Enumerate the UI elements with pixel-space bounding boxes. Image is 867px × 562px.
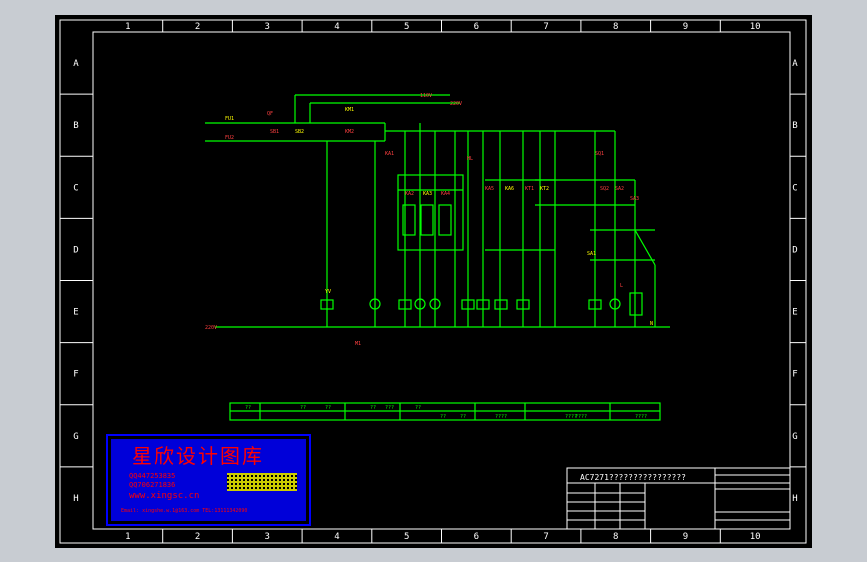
watermark-qq1: QQ447253835: [129, 472, 175, 480]
table-cell: ??: [460, 414, 466, 420]
component-label: KA5: [485, 186, 494, 192]
component-label: KA3: [423, 191, 432, 197]
component-label: SA3: [630, 196, 639, 202]
cad-viewport[interactable]: 1 1 2 2 3 3 4 4 5 5 6 6 7 7 8 8 9 9 10 10 A A B B C C D D E E F F G G H H: [0, 0, 867, 562]
zone-row-label: C: [73, 183, 78, 193]
zone-row-label: G: [73, 432, 78, 442]
component-label: M1: [355, 341, 361, 347]
zone-column-label: 8: [613, 22, 618, 32]
zone-row-label: E: [73, 308, 78, 318]
component-label: L: [620, 283, 623, 289]
zone-column-label: 3: [265, 532, 270, 542]
component-label: N: [650, 321, 653, 327]
component-label: FU2: [225, 135, 234, 141]
zone-column-label: 2: [195, 532, 200, 542]
table-cell: ??: [370, 405, 376, 411]
zone-row-label: A: [792, 59, 798, 69]
table-cell: ????: [575, 414, 587, 420]
zone-row-label: D: [792, 245, 797, 255]
table-cell: ????: [495, 414, 507, 420]
table-cell: ??: [325, 405, 331, 411]
component-label: SB1: [270, 129, 279, 135]
schematic-wiring: [205, 94, 670, 421]
zone-column-label: 1: [125, 532, 130, 542]
zone-column-label: 10: [750, 22, 761, 32]
component-label: KA4: [441, 191, 450, 197]
component-label: KM2: [345, 129, 354, 135]
component-label: KT2: [540, 186, 549, 192]
component-label: YV: [325, 289, 331, 295]
table-cell: ??: [415, 405, 421, 411]
component-labels: FU1 FU2 QF KM1 KM2 SB1 SB2 KA1 KA2 KA3 KA4 KA5 KA6 HL…: [205, 93, 653, 420]
table-cell: ???: [385, 405, 394, 411]
zone-row-label: D: [73, 245, 78, 255]
supply-label: 220V: [450, 101, 462, 107]
component-label: KA6: [505, 186, 514, 192]
zone-column-label: 6: [474, 532, 479, 542]
zone-column-label: 5: [404, 22, 409, 32]
zone-row-label: H: [792, 494, 797, 504]
component-label: KA1: [385, 151, 394, 157]
zone-column-label: 1: [125, 22, 130, 32]
component-label: QF: [267, 111, 273, 117]
zone-row-label: F: [792, 370, 797, 380]
component-label: SA1: [587, 251, 596, 257]
component-label: SQ1: [595, 151, 604, 157]
component-label: KM1: [345, 107, 354, 113]
zone-column-label: 10: [750, 532, 761, 542]
component-label: FU1: [225, 116, 234, 122]
zone-column-label: 5: [404, 532, 409, 542]
supply-label: 110V: [420, 93, 432, 99]
watermark-email: Email: xingshe.w.1@163.com TEL:131113420…: [121, 508, 247, 514]
zone-column-label: 4: [334, 532, 339, 542]
component-label: SB2: [295, 129, 304, 135]
drawing-svg: 1 1 2 2 3 3 4 4 5 5 6 6 7 7 8 8 9 9 10 10 A A B B C C D D E E F F G G H H: [59, 19, 807, 544]
component-label: HL: [467, 156, 473, 162]
zone-row-label: G: [792, 432, 797, 442]
zone-row-label: C: [792, 183, 797, 193]
zone-column-label: 7: [543, 22, 548, 32]
watermark-web: www.xingsc.cn: [129, 491, 199, 501]
watermark-title: 星欣设计图库: [132, 444, 264, 468]
table-cell: ??: [300, 405, 306, 411]
drawing-title: AC7271????????????????: [580, 473, 686, 482]
zone-row-label: H: [73, 494, 78, 504]
zone-column-label: 2: [195, 22, 200, 32]
zone-column-label: 8: [613, 532, 618, 542]
component-label: KA2: [405, 191, 414, 197]
table-cell: ??: [245, 405, 251, 411]
zone-column-label: 7: [543, 532, 548, 542]
zone-row-label: B: [792, 121, 797, 131]
zone-row-label: E: [792, 308, 797, 318]
watermark-stamp: 星欣设计图库 QQ447253835 QQ706271836 www.xings…: [106, 434, 311, 526]
drawing-sheet: 1 1 2 2 3 3 4 4 5 5 6 6 7 7 8 8 9 9 10 10 A A B B C C D D E E F F G G H H: [55, 15, 812, 548]
component-label: SA2: [615, 186, 624, 192]
zone-column-label: 4: [334, 22, 339, 32]
zone-row-label: F: [73, 370, 78, 380]
table-cell: ????: [635, 414, 647, 420]
component-label: SQ2: [600, 186, 609, 192]
component-label: KT1: [525, 186, 534, 192]
zone-row-label: B: [73, 121, 78, 131]
table-cell: ??: [440, 414, 446, 420]
zone-column-label: 3: [265, 22, 270, 32]
zone-row-label: A: [73, 59, 79, 69]
zone-column-label: 9: [683, 532, 688, 542]
zone-column-label: 9: [683, 22, 688, 32]
supply-label: 220V: [205, 325, 217, 331]
zone-column-label: 6: [474, 22, 479, 32]
watermark-qq2: QQ706271836: [129, 481, 175, 489]
